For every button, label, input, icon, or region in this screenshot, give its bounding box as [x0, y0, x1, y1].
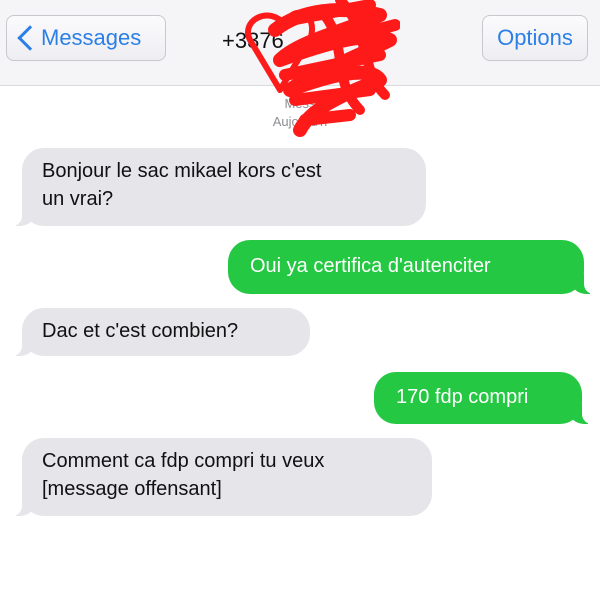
chevron-left-icon: [17, 25, 43, 51]
message-text: Comment ca fdp compri tu veux [message o…: [42, 450, 325, 500]
incoming-message[interactable]: Comment ca fdp compri tu veux [message o…: [6, 438, 432, 516]
incoming-message[interactable]: Dac et c'est combien?: [6, 308, 310, 356]
timestamp-date: Aujourd'h: [272, 114, 328, 129]
options-button[interactable]: Options: [482, 15, 588, 61]
message-text: Oui ya certifica d'autenciter: [250, 255, 491, 277]
contact-title: +3376: [222, 28, 284, 53]
back-button-label: Messages: [41, 25, 142, 50]
navigation-bar: Messages +3376 Options: [0, 0, 600, 86]
message-text: 170 fdp compri: [396, 386, 529, 408]
outgoing-message[interactable]: 170 fdp compri: [374, 372, 598, 424]
timestamp-header: Mess: [284, 96, 316, 111]
incoming-message[interactable]: Bonjour le sac mikael kors c'est un vrai…: [6, 148, 426, 226]
back-button[interactable]: Messages: [6, 15, 166, 61]
options-button-label: Options: [497, 25, 573, 50]
conversation-screen: Messages +3376 Options Mess Aujourd'h Bo…: [0, 0, 600, 600]
message-text: Bonjour le sac mikael kors c'est un vrai…: [42, 160, 322, 210]
message-text: Dac et c'est combien?: [42, 320, 239, 342]
outgoing-message[interactable]: Oui ya certifica d'autenciter: [228, 240, 600, 294]
